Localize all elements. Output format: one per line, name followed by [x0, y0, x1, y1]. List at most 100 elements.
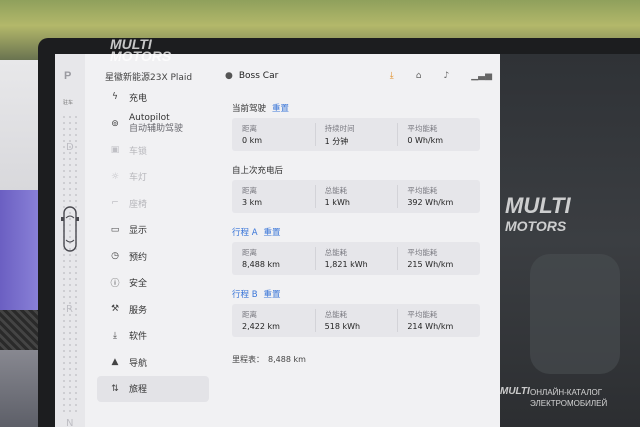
- stat-label: 平均能耗: [407, 310, 438, 319]
- section-title[interactable]: 行程 A: [232, 226, 258, 238]
- display-icon: ▭: [110, 224, 120, 235]
- map-view[interactable]: [500, 54, 640, 427]
- menu-item-charging[interactable]: ϟ 充电: [97, 84, 209, 111]
- stat-label: 距离: [242, 124, 257, 133]
- gear-indicator: P: [64, 70, 72, 82]
- car-top-view-icon: [61, 206, 79, 252]
- menu-item-label: 软件: [129, 332, 148, 343]
- lock-icon: ▣: [110, 145, 120, 156]
- rail-dots: [61, 114, 81, 414]
- touchscreen: P 驻车 D R N 星徽新能源23X Plaid ϟ 充电 ⊚ Autopil…: [55, 54, 500, 427]
- signal-icon: ▁▃▅: [471, 71, 492, 81]
- light-icon: ☼: [110, 171, 120, 182]
- watermark-logo-small: MULTI: [500, 386, 530, 397]
- stat-value: 215 Wh/km: [407, 260, 454, 269]
- watermark-logo-top: MULTI MOTORS: [110, 36, 172, 64]
- reset-link[interactable]: 重置: [264, 226, 281, 238]
- section-title[interactable]: 行程 B: [232, 288, 258, 300]
- clock-icon: ◷: [111, 251, 119, 262]
- wrench-icon: ⚒: [110, 304, 120, 315]
- menu-item-label: 服务: [129, 305, 148, 316]
- menu-item-schedule[interactable]: ◷ 预约: [97, 243, 209, 270]
- person-icon: ●: [225, 71, 233, 81]
- top-bar: ● Boss Car ⤓ ⌂ ♪ ▁▃▅: [225, 68, 492, 84]
- menu-item-seats[interactable]: ⌐ 座椅: [97, 190, 209, 217]
- carbon-trim: [0, 310, 40, 350]
- stat-value: 3 km: [242, 198, 263, 207]
- stat-label: 距离: [242, 186, 257, 195]
- trips-panel: 当前驾驶 重置 距离 0 km 持续时间 1 分钟 平均能耗 0 Wh/km 自上次充…: [232, 102, 480, 365]
- menu-item-label: 旅程: [129, 385, 148, 396]
- watermark-catalog-text: ОНЛАЙН-КАТАЛОГ ЭЛЕКТРОМОБИЛЕЙ: [530, 388, 608, 408]
- home-icon[interactable]: ⌂: [416, 71, 422, 81]
- stat-label: 距离: [242, 248, 257, 257]
- stat-label: 总能耗: [324, 310, 348, 319]
- download-icon: ⤓: [113, 330, 117, 341]
- seat-icon: ⌐: [111, 198, 119, 209]
- rail-letter-d: D: [66, 142, 74, 153]
- menu-item-label: 车灯: [129, 173, 148, 184]
- section-trip-b: 行程 B 重置 距离 2,422 km 总能耗 518 kWh 平均能耗 214 Wh…: [232, 288, 480, 350]
- settings-menu: ϟ 充电 ⊚ Autopilot 自动辅助驾驶 ▣ 车锁 ☼ 车灯 ⌐ 座椅 ▭…: [97, 84, 209, 402]
- menu-item-service[interactable]: ⚒ 服务: [97, 296, 209, 323]
- menu-item-label: 车锁: [129, 146, 148, 157]
- rail-letter-r: R: [66, 304, 73, 315]
- stat-value: 8,488 km: [242, 260, 280, 269]
- gear-sub-label: 驻车: [63, 100, 74, 106]
- odometer: 里程表： 8,488 km: [232, 354, 480, 365]
- stat-label: 总能耗: [324, 248, 348, 257]
- menu-item-label: 导航: [129, 358, 148, 369]
- watermark-logo-right: MULTI MOTORS: [505, 193, 571, 235]
- menu-item-lights[interactable]: ☼ 车灯: [97, 164, 209, 191]
- stat-value: 392 Wh/km: [407, 198, 454, 207]
- menu-item-software[interactable]: ⤓ 软件: [97, 323, 209, 350]
- menu-item-trips[interactable]: ⇅ 旅程: [97, 375, 209, 402]
- stat-label: 平均能耗: [407, 248, 438, 257]
- stat-value: 0 Wh/km: [407, 136, 444, 145]
- menu-item-label: 显示: [129, 226, 148, 237]
- menu-item-locks[interactable]: ▣ 车锁: [97, 137, 209, 164]
- drive-rail[interactable]: P 驻车 D R N: [55, 54, 85, 427]
- menu-item-label: 充电: [129, 93, 148, 104]
- stats-card: 距离 0 km 持续时间 1 分钟 平均能耗 0 Wh/km: [232, 118, 480, 151]
- stat-value: 2,422 km: [242, 322, 280, 331]
- reset-link[interactable]: 重置: [272, 102, 289, 114]
- status-icons: ⤓ ⌂ ♪ ▁▃▅: [390, 71, 492, 81]
- stat-label: 持续时间: [324, 124, 355, 133]
- car-model-name: 星徽新能源23X Plaid: [105, 73, 193, 83]
- menu-item-label: 座椅: [129, 199, 148, 210]
- car-interior-frame: [0, 60, 40, 427]
- menu-item-safety[interactable]: ⓘ 安全: [97, 270, 209, 297]
- menu-item-navigation[interactable]: ▲ 导航: [97, 349, 209, 376]
- ambient-light-panel: [0, 190, 40, 310]
- map-shadow: [530, 254, 620, 374]
- menu-item-sublabel: 自动辅助驾驶: [129, 123, 184, 134]
- stat-value: 1,821 kWh: [324, 260, 368, 269]
- menu-item-display[interactable]: ▭ 显示: [97, 217, 209, 244]
- section-trip-a: 行程 A 重置 距离 8,488 km 总能耗 1,821 kWh 平均能耗 215 …: [232, 226, 480, 288]
- stat-label: 总能耗: [324, 186, 348, 195]
- stat-value: 1 kWh: [324, 198, 350, 207]
- stat-label: 平均能耗: [407, 124, 438, 133]
- odometer-label: 里程表：: [232, 355, 264, 364]
- rail-letter-n: N: [66, 418, 74, 427]
- menu-item-label: Autopilot: [129, 112, 170, 123]
- bell-icon[interactable]: ♪: [443, 71, 449, 81]
- stat-value: 1 分钟: [324, 137, 349, 146]
- stat-value: 214 Wh/km: [407, 322, 454, 331]
- reset-link[interactable]: 重置: [264, 288, 281, 300]
- stat-label: 距离: [242, 310, 257, 319]
- stat-value: 518 kWh: [324, 322, 361, 331]
- download-icon[interactable]: ⤓: [390, 71, 394, 81]
- profile-name[interactable]: Boss Car: [239, 71, 278, 81]
- odometer-value: 8,488 km: [268, 355, 306, 364]
- stats-card: 距离 8,488 km 总能耗 1,821 kWh 平均能耗 215 Wh/km: [232, 242, 480, 275]
- steering-wheel-icon: ⊚: [111, 118, 119, 129]
- section-title: 自上次充电后: [232, 166, 284, 176]
- trip-icon: ⇅: [111, 383, 119, 394]
- menu-item-autopilot[interactable]: ⊚ Autopilot 自动辅助驾驶: [97, 111, 209, 138]
- stat-value: 0 km: [242, 136, 263, 145]
- menu-item-label: 安全: [129, 279, 148, 290]
- section-title: 当前驾驶: [232, 104, 267, 114]
- menu-item-label: 预约: [129, 252, 148, 263]
